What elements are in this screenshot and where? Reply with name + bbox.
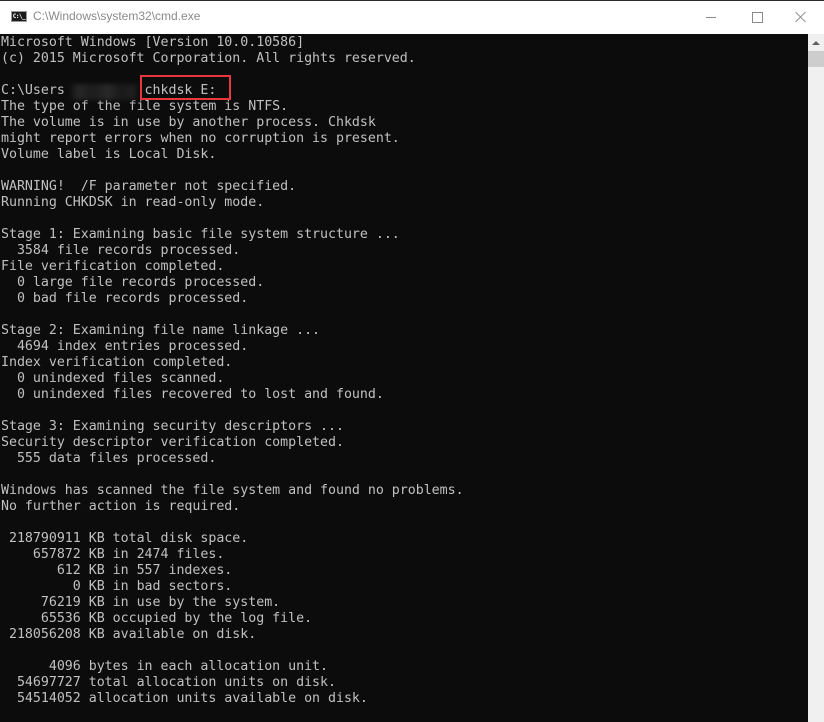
console-line: might report errors when no corruption i…	[1, 131, 400, 146]
chevron-up-icon	[812, 40, 820, 45]
minimize-button[interactable]	[688, 1, 734, 33]
console-line: No further action is required.	[1, 499, 241, 514]
scroll-thumb[interactable]	[808, 51, 824, 67]
maximize-icon	[751, 11, 763, 23]
console-line: Security descriptor verification complet…	[1, 435, 344, 450]
maximize-button[interactable]	[734, 1, 780, 33]
console-line: Stage 2: Examining file name linkage ...	[1, 323, 321, 338]
console-line: File verification completed.	[1, 259, 225, 274]
console-line: Stage 3: Examining security descriptors …	[1, 419, 344, 434]
command-highlight-box	[140, 75, 231, 100]
console-line: 555 data files processed.	[1, 451, 217, 466]
console-line: 65536 KB occupied by the log file.	[1, 611, 313, 626]
close-button[interactable]	[778, 1, 824, 33]
window-title: C:\Windows\system32\cmd.exe	[33, 9, 201, 23]
console-line: 612 KB in 557 indexes.	[1, 563, 233, 578]
console-line: The volume is in use by another process.…	[1, 115, 376, 130]
vertical-scrollbar[interactable]	[808, 34, 824, 722]
console-line: 76219 KB in use by the system.	[1, 595, 281, 610]
minimize-icon	[706, 16, 716, 18]
console-line: Volume label is Local Disk.	[1, 147, 217, 162]
console-line: 218056208 KB available on disk.	[1, 627, 257, 642]
console-line: 0 bad file records processed.	[1, 291, 249, 306]
scroll-up-button[interactable]	[808, 34, 824, 51]
cmd-window: C:\_ C:\Windows\system32\cmd.exe Microso…	[0, 0, 824, 722]
console-line: 4096 bytes in each allocation unit.	[1, 659, 328, 674]
console-line: 218790911 KB total disk space.	[1, 531, 249, 546]
console-line: Microsoft Windows [Version 10.0.10586]	[1, 35, 305, 50]
console-line: WARNING! /F parameter not specified.	[1, 179, 297, 194]
console-line: 3584 file records processed.	[1, 243, 241, 258]
console-line: 0 large file records processed.	[1, 275, 265, 290]
console-line: Running CHKDSK in read-only mode.	[1, 195, 265, 210]
console-line: 0 unindexed files recovered to lost and …	[1, 387, 384, 402]
console-line: The type of the file system is NTFS.	[1, 99, 289, 114]
close-icon	[795, 11, 807, 23]
console-line: Index verification completed.	[1, 355, 233, 370]
console-line: (c) 2015 Microsoft Corporation. All righ…	[1, 51, 416, 66]
console-line: 54514052 allocation units available on d…	[1, 691, 368, 706]
console-output[interactable]: Microsoft Windows [Version 10.0.10586] (c…	[0, 34, 808, 722]
cmd-app-icon[interactable]: C:\_	[11, 11, 27, 22]
console-line: 0 unindexed files scanned.	[1, 371, 225, 386]
console-line: 0 KB in bad sectors.	[1, 579, 233, 594]
title-bar[interactable]: C:\_ C:\Windows\system32\cmd.exe	[0, 1, 824, 33]
redacted-username	[68, 84, 140, 100]
console-line: 4694 index entries processed.	[1, 339, 249, 354]
console-line: 657872 KB in 2474 files.	[1, 547, 225, 562]
console-line: Stage 1: Examining basic file system str…	[1, 227, 400, 242]
console-line: 54697727 total allocation units on disk.	[1, 675, 336, 690]
console-line: Windows has scanned the file system and …	[1, 483, 464, 498]
